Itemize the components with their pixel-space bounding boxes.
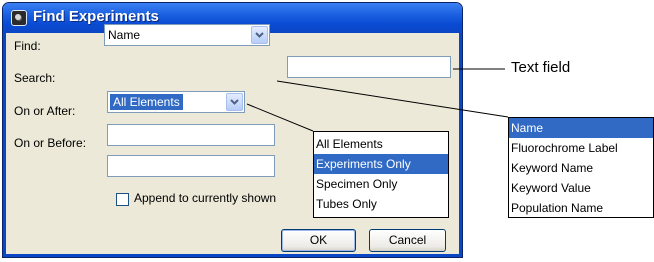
search-dropdown-leader-line [246,103,314,132]
find-dropdown-leader-line [276,80,509,118]
callout-lines [246,68,509,132]
